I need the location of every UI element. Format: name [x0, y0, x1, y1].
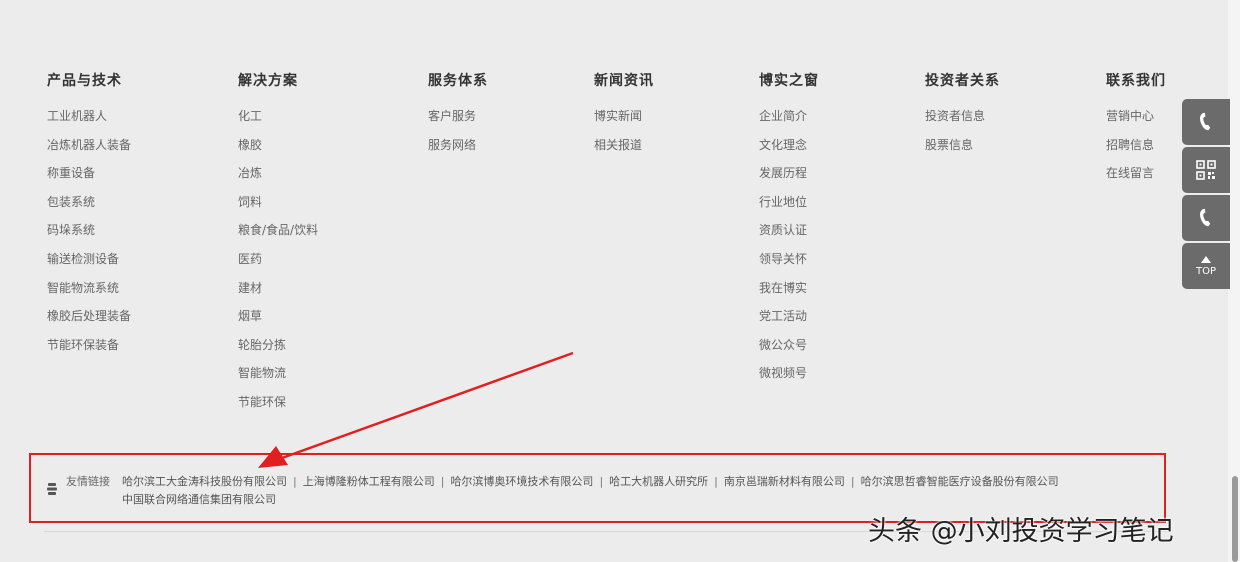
link-separator: | [293, 475, 297, 488]
footer-link[interactable]: 营销中心 [1106, 102, 1166, 131]
phone-button-2[interactable] [1182, 195, 1230, 241]
footer-link[interactable]: 党工活动 [759, 302, 819, 331]
side-toolbar: TOP [1182, 99, 1230, 291]
footer-link[interactable]: 化工 [238, 102, 318, 131]
phone-icon [1200, 112, 1211, 131]
friend-link[interactable]: 上海博隆粉体工程有限公司 [303, 475, 435, 488]
top-label: TOP [1195, 265, 1216, 277]
footer-link[interactable]: 博实新闻 [594, 102, 654, 131]
phone-icon [1200, 208, 1211, 227]
footer-link[interactable]: 橡胶 [238, 131, 318, 160]
footer-link[interactable]: 服务网络 [428, 131, 488, 160]
footer-link[interactable]: 在线留言 [1106, 159, 1166, 188]
column-links: 营销中心 招聘信息 在线留言 [1106, 102, 1166, 188]
footer-link[interactable]: 资质认证 [759, 216, 819, 245]
link-separator: | [850, 475, 855, 488]
footer-link[interactable]: 企业简介 [759, 102, 819, 131]
footer-link[interactable]: 称重设备 [47, 159, 131, 188]
link-stack-icon [47, 483, 57, 495]
footer-link[interactable]: 建材 [238, 274, 318, 303]
footer-link[interactable]: 微公众号 [759, 331, 819, 360]
footer-link[interactable]: 文化理念 [759, 131, 819, 160]
link-separator: | [599, 475, 604, 488]
footer-link[interactable]: 橡胶后处理装备 [47, 302, 131, 331]
footer-link[interactable]: 我在博实 [759, 274, 819, 303]
friend-link[interactable]: 哈尔滨博奥环境技术有限公司 [450, 475, 593, 488]
phone-button[interactable] [1182, 99, 1230, 145]
column-title: 解决方案 [238, 73, 298, 89]
column-links: 客户服务 服务网络 [428, 102, 488, 159]
friend-link[interactable]: 南京邕瑞新材料有限公司 [724, 475, 845, 488]
link-separator: | [440, 475, 445, 488]
friend-link[interactable]: 哈尔滨工大金涛科技股份有限公司 [122, 475, 287, 488]
column-title: 博实之窗 [759, 73, 819, 89]
footer-link[interactable]: 智能物流系统 [47, 274, 131, 303]
footer-column-solutions: 解决方案 化工 橡胶 冶炼 饲料 粮食/食品/饮料 医药 建材 烟草 轮胎分拣 … [238, 72, 318, 417]
column-title: 服务体系 [428, 73, 488, 89]
footer-column-news: 新闻资讯 博实新闻 相关报道 [594, 72, 654, 159]
column-links: 博实新闻 相关报道 [594, 102, 654, 159]
column-links: 企业简介 文化理念 发展历程 行业地位 资质认证 领导关怀 我在博实 党工活动 … [759, 102, 819, 388]
footer-link[interactable]: 智能物流 [238, 359, 318, 388]
footer-link[interactable]: 股票信息 [925, 131, 1000, 160]
friend-link[interactable]: 哈工大机器人研究所 [609, 475, 708, 488]
friend-links-label: 友情链接 [66, 475, 110, 488]
watermark: 头条 @小刘投资学习笔记 [868, 516, 1174, 547]
friend-links-list: 哈尔滨工大金涛科技股份有限公司 | 上海博隆粉体工程有限公司 | 哈尔滨博奥环境技术有限… [122, 473, 1112, 509]
footer-area: 产品与技术 工业机器人 冶炼机器人装备 称重设备 包装系统 码垛系统 输送检测设… [0, 0, 1228, 562]
footer-link[interactable]: 冶炼机器人装备 [47, 131, 131, 160]
column-title: 新闻资讯 [594, 73, 654, 89]
footer-link[interactable]: 微视频号 [759, 359, 819, 388]
column-links: 化工 橡胶 冶炼 饲料 粮食/食品/饮料 医药 建材 烟草 轮胎分拣 智能物流 … [238, 102, 318, 417]
column-title: 产品与技术 [47, 73, 122, 89]
back-to-top-button[interactable]: TOP [1182, 243, 1230, 289]
scrollbar-thumb[interactable] [1232, 476, 1238, 562]
footer-link[interactable]: 轮胎分拣 [238, 331, 318, 360]
footer-column-contact: 联系我们 营销中心 招聘信息 在线留言 [1106, 72, 1166, 188]
footer-link[interactable]: 领导关怀 [759, 245, 819, 274]
footer-column-products: 产品与技术 工业机器人 冶炼机器人装备 称重设备 包装系统 码垛系统 输送检测设… [47, 72, 131, 359]
footer-link[interactable]: 粮食/食品/饮料 [238, 216, 318, 245]
column-title: 投资者关系 [925, 73, 1000, 89]
footer-link[interactable]: 医药 [238, 245, 318, 274]
footer-link[interactable]: 招聘信息 [1106, 131, 1166, 160]
column-links: 工业机器人 冶炼机器人装备 称重设备 包装系统 码垛系统 输送检测设备 智能物流… [47, 102, 131, 359]
footer-link[interactable]: 工业机器人 [47, 102, 131, 131]
column-title: 联系我们 [1106, 73, 1166, 89]
footer-link[interactable]: 输送检测设备 [47, 245, 131, 274]
friend-link[interactable]: 中国联合网络通信集团有限公司 [122, 493, 276, 506]
footer-column-services: 服务体系 客户服务 服务网络 [428, 72, 488, 159]
footer-link[interactable]: 投资者信息 [925, 102, 1000, 131]
footer-link[interactable]: 冶炼 [238, 159, 318, 188]
qrcode-button[interactable] [1182, 147, 1230, 193]
arrow-up-icon [1201, 255, 1211, 263]
footer-link[interactable]: 节能环保 [238, 388, 318, 417]
link-separator: | [714, 475, 718, 488]
footer-link[interactable]: 行业地位 [759, 188, 819, 217]
footer-link[interactable]: 相关报道 [594, 131, 654, 160]
footer-link[interactable]: 节能环保装备 [47, 331, 131, 360]
footer-link[interactable]: 烟草 [238, 302, 318, 331]
friend-link[interactable]: 哈尔滨思哲睿智能医疗设备股份有限公司 [861, 475, 1059, 488]
footer-column-about: 博实之窗 企业简介 文化理念 发展历程 行业地位 资质认证 领导关怀 我在博实 … [759, 72, 819, 388]
footer-link[interactable]: 发展历程 [759, 159, 819, 188]
footer-link[interactable]: 包装系统 [47, 188, 131, 217]
footer-column-investors: 投资者关系 投资者信息 股票信息 [925, 72, 1000, 159]
qrcode-icon [1196, 160, 1216, 180]
column-links: 投资者信息 股票信息 [925, 102, 1000, 159]
footer-link[interactable]: 客户服务 [428, 102, 488, 131]
footer-link[interactable]: 饲料 [238, 188, 318, 217]
footer-link[interactable]: 码垛系统 [47, 216, 131, 245]
